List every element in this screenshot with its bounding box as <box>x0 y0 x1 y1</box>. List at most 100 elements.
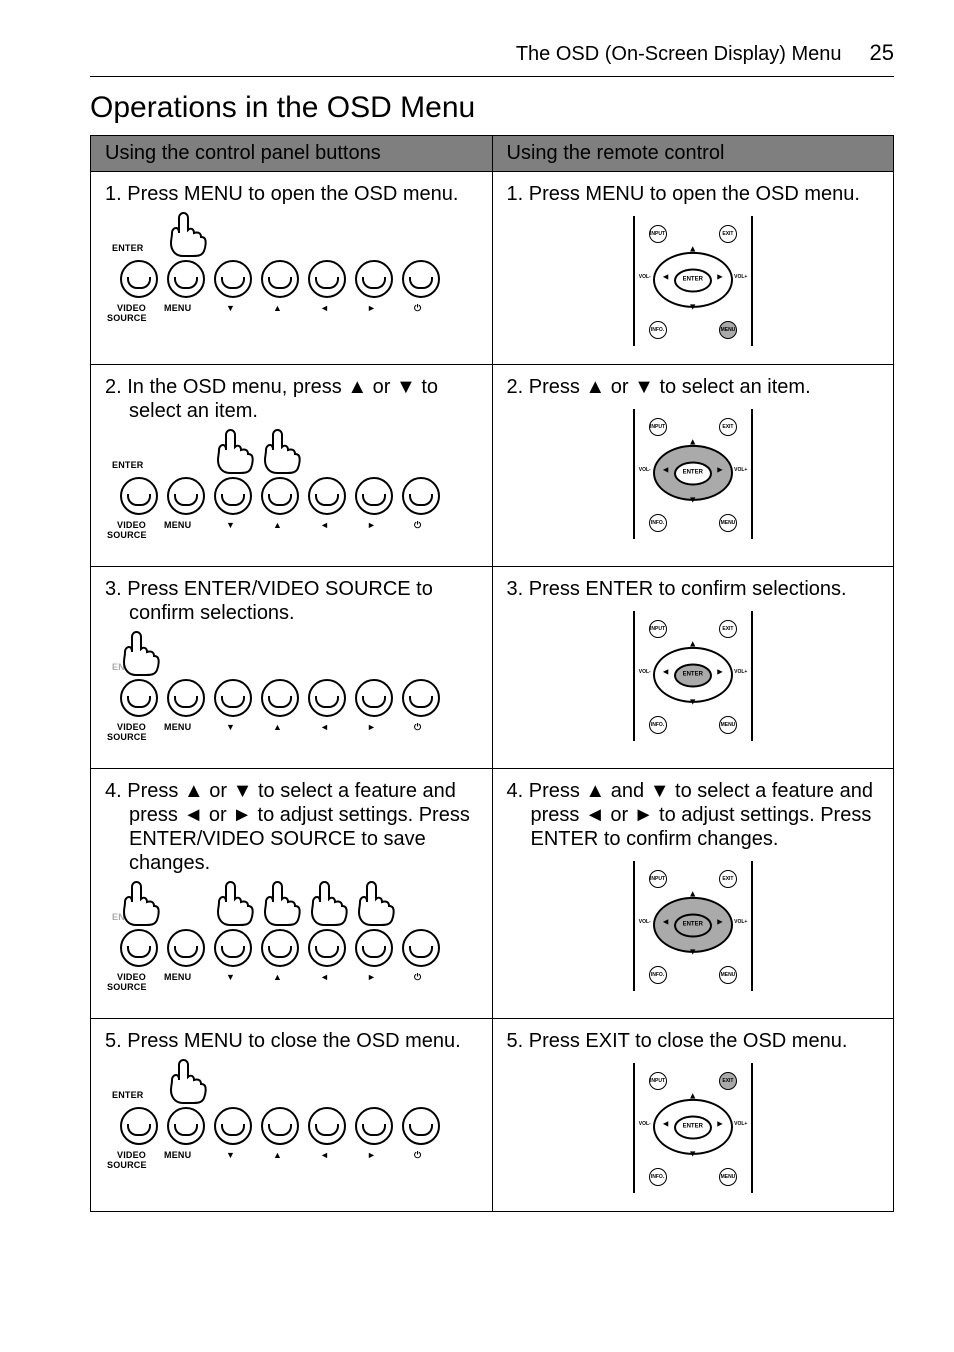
panel-button-3 <box>261 679 299 717</box>
table-row: 1. Press MENU to open the OSD menu. ENTE… <box>91 172 894 365</box>
remote-tl-button: INPUT <box>649 225 667 243</box>
step-text-left: 3. Press ENTER/VIDEO SOURCE to confirm s… <box>129 577 478 625</box>
left-cell: 1. Press MENU to open the OSD menu. ENTE… <box>91 172 493 365</box>
step-text-right: 3. Press ENTER to confirm selections. <box>531 577 880 601</box>
panel-label-5: ► <box>367 521 376 530</box>
remote-tl-button: INPUT <box>649 1072 667 1090</box>
panel-label-3: ▲ <box>273 723 282 732</box>
panel-label-enter: ENTER <box>112 461 144 470</box>
panel-label-source: SOURCE <box>107 531 147 540</box>
panel-label-1: MENU <box>164 521 191 530</box>
remote-right-icon: ► <box>715 465 724 476</box>
panel-button-0 <box>120 679 158 717</box>
right-cell: 3. Press ENTER to confirm selections. EN… <box>492 567 894 769</box>
step-text-right: 2. Press ▲ or ▼ to select an item. <box>531 375 880 399</box>
panel-button-5 <box>355 477 393 515</box>
panel-label-3: ▲ <box>273 521 282 530</box>
remote-volplus-label: VOL+ <box>734 467 747 473</box>
panel-label-4: ◄ <box>320 521 329 530</box>
panel-button-3 <box>261 1107 299 1145</box>
table-row: 5. Press MENU to close the OSD menu. ENT… <box>91 1019 894 1212</box>
control-panel-diagram: ENTERVIDEOMENU▼▲◄►⏻SOURCE <box>107 635 452 750</box>
page: The OSD (On-Screen Display) Menu 25 Oper… <box>0 0 954 1352</box>
table-row: 3. Press ENTER/VIDEO SOURCE to confirm s… <box>91 567 894 769</box>
panel-label-4: ◄ <box>320 723 329 732</box>
remote-up-icon: ▲ <box>688 888 697 899</box>
panel-label-5: ► <box>367 1151 376 1160</box>
panel-label-4: ◄ <box>320 304 329 313</box>
remote-enter-button: ENTER <box>674 914 712 938</box>
remote-volminus-label: VOL- <box>639 919 651 925</box>
remote-bl-button: INFO. <box>649 1168 667 1186</box>
remote-tl-button: INPUT <box>649 620 667 638</box>
control-panel-diagram: ENTERVIDEOMENU▼▲◄►⏻SOURCE <box>107 216 452 331</box>
running-header: The OSD (On-Screen Display) Menu 25 <box>90 40 894 77</box>
panel-label-enter: ENTER <box>112 244 144 253</box>
right-cell: 5. Press EXIT to close the OSD menu. ENT… <box>492 1019 894 1212</box>
remote-enter-button: ENTER <box>674 269 712 293</box>
remote-right-icon: ► <box>715 1119 724 1130</box>
panel-label-2: ▼ <box>226 1151 235 1160</box>
step-text-left: 5. Press MENU to close the OSD menu. <box>129 1029 478 1053</box>
panel-button-4 <box>308 929 346 967</box>
remote-right-icon: ► <box>715 667 724 678</box>
remote-down-icon: ▼ <box>688 697 697 708</box>
table-row: 4. Press ▲ or ▼ to select a feature and … <box>91 769 894 1019</box>
remote-tl-button: INPUT <box>649 418 667 436</box>
page-number: 25 <box>870 40 894 66</box>
remote-right-icon: ► <box>715 917 724 928</box>
remote-enter-button: ENTER <box>674 462 712 486</box>
panel-label-source: SOURCE <box>107 314 147 323</box>
panel-button-1 <box>167 260 205 298</box>
panel-label-enter: ENTER <box>112 663 144 672</box>
section-title: Operations in the OSD Menu <box>90 91 894 125</box>
remote-bl-button: INFO. <box>649 514 667 532</box>
panel-button-4 <box>308 1107 346 1145</box>
step-text-left: 4. Press ▲ or ▼ to select a feature and … <box>129 779 478 875</box>
panel-label-5: ► <box>367 304 376 313</box>
panel-button-1 <box>167 679 205 717</box>
instruction-table: Using the control panel buttons Using th… <box>90 135 894 1212</box>
panel-button-1 <box>167 929 205 967</box>
panel-label-source: SOURCE <box>107 1161 147 1170</box>
remote-bl-button: INFO. <box>649 321 667 339</box>
remote-up-icon: ▲ <box>688 1090 697 1101</box>
remote-up-icon: ▲ <box>688 638 697 649</box>
panel-label-2: ▼ <box>226 973 235 982</box>
panel-button-4 <box>308 260 346 298</box>
remote-volplus-label: VOL+ <box>734 669 747 675</box>
left-cell: 3. Press ENTER/VIDEO SOURCE to confirm s… <box>91 567 493 769</box>
panel-button-2 <box>214 929 252 967</box>
col-header-right: Using the remote control <box>492 136 894 172</box>
remote-diagram: ENTER ▲ ▼ ◄ ► VOL- VOL+ INPUT EXIT INFO.… <box>613 409 773 539</box>
panel-label-4: ◄ <box>320 973 329 982</box>
remote-left-icon: ◄ <box>661 917 670 928</box>
panel-button-0 <box>120 1107 158 1145</box>
remote-br-button: MENU <box>719 514 737 532</box>
table-row: 2. In the OSD menu, press ▲ or ▼ to sele… <box>91 365 894 567</box>
panel-button-2 <box>214 679 252 717</box>
remote-volminus-label: VOL- <box>639 274 651 280</box>
remote-tl-button: INPUT <box>649 870 667 888</box>
control-panel-diagram: ENTERVIDEOMENU▼▲◄►⏻SOURCE <box>107 433 452 548</box>
panel-button-2 <box>214 1107 252 1145</box>
step-text-right: 4. Press ▲ and ▼ to select a feature and… <box>531 779 880 851</box>
col-header-left: Using the control panel buttons <box>91 136 493 172</box>
step-text-right: 1. Press MENU to open the OSD menu. <box>531 182 880 206</box>
panel-label-3: ▲ <box>273 1151 282 1160</box>
remote-enter-button: ENTER <box>674 1116 712 1140</box>
right-cell: 1. Press MENU to open the OSD menu. ENTE… <box>492 172 894 365</box>
remote-tr-button: EXIT <box>719 418 737 436</box>
step-text-left: 2. In the OSD menu, press ▲ or ▼ to sele… <box>129 375 478 423</box>
remote-diagram: ENTER ▲ ▼ ◄ ► VOL- VOL+ INPUT EXIT INFO.… <box>613 611 773 741</box>
panel-button-2 <box>214 260 252 298</box>
remote-tr-button: EXIT <box>719 870 737 888</box>
remote-down-icon: ▼ <box>688 495 697 506</box>
remote-volplus-label: VOL+ <box>734 919 747 925</box>
panel-button-4 <box>308 679 346 717</box>
panel-label-source: SOURCE <box>107 983 147 992</box>
panel-button-5 <box>355 260 393 298</box>
remote-bl-button: INFO. <box>649 966 667 984</box>
panel-button-1 <box>167 477 205 515</box>
panel-label-enter: ENTER <box>112 1091 144 1100</box>
